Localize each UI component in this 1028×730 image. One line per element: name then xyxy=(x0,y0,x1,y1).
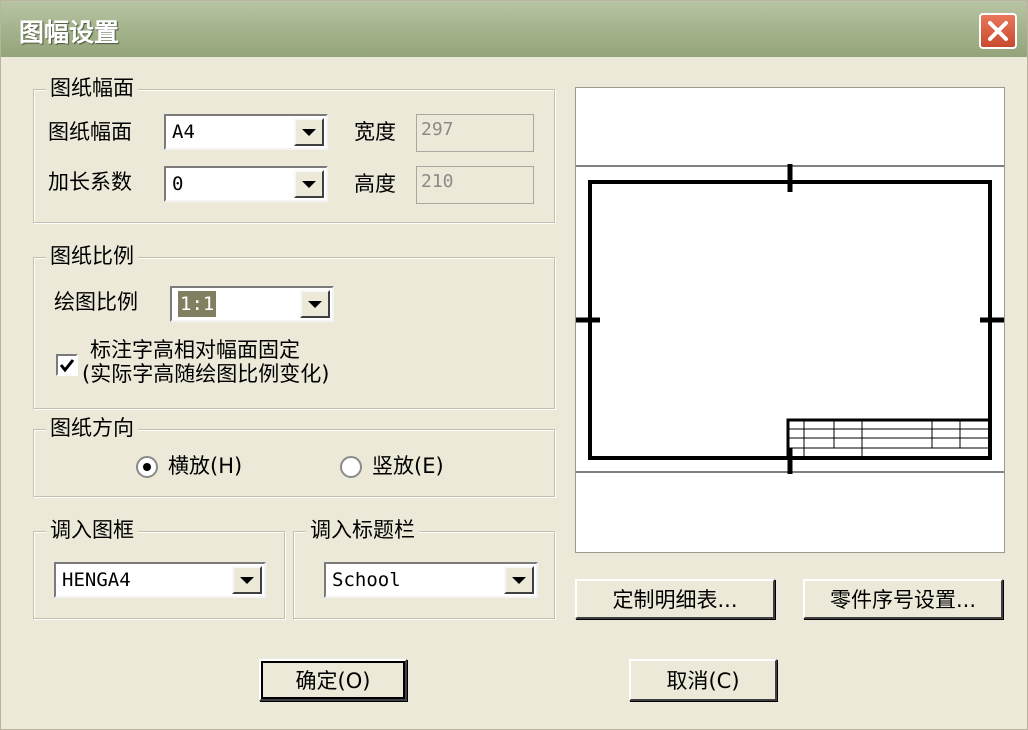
sheet-preview xyxy=(575,87,1005,553)
chevron-down-icon[interactable] xyxy=(294,170,324,198)
check-icon xyxy=(59,359,75,373)
chevron-down-icon[interactable] xyxy=(300,290,330,318)
chevron-down-icon[interactable] xyxy=(232,566,262,594)
width-field[interactable]: 297 xyxy=(416,114,534,152)
landscape-radio[interactable] xyxy=(136,456,158,478)
titleblock-value: School xyxy=(332,569,401,591)
height-label: 高度 xyxy=(354,172,396,196)
close-icon xyxy=(988,21,1008,41)
titleblock-select[interactable]: School xyxy=(324,562,538,598)
frame-legend: 调入图框 xyxy=(46,516,138,544)
paper-size-group: 图纸幅面 图纸幅面 A4 宽度 297 加长系数 0 高度 210 xyxy=(33,74,555,223)
close-button[interactable] xyxy=(979,13,1017,49)
height-field[interactable]: 210 xyxy=(416,166,534,204)
title-bar[interactable]: 图幅设置 xyxy=(1,1,1027,57)
checkbox-label-line1: 标注字高相对幅面固定 xyxy=(90,338,300,362)
checkbox-label-line2: (实际字高随绘图比例变化) xyxy=(82,362,330,386)
window-title: 图幅设置 xyxy=(19,18,120,47)
scale-value: 1:1 xyxy=(178,291,217,317)
landscape-label[interactable]: 横放(H) xyxy=(168,452,242,480)
fixed-text-height-checkbox[interactable] xyxy=(56,354,78,376)
portrait-label[interactable]: 竖放(E) xyxy=(372,452,444,480)
titleblock-group: 调入标题栏 School xyxy=(293,516,555,619)
extend-factor-value: 0 xyxy=(172,173,184,195)
paper-size-legend: 图纸幅面 xyxy=(46,74,138,102)
orientation-legend: 图纸方向 xyxy=(46,414,138,442)
frame-select[interactable]: HENGA4 xyxy=(54,562,266,598)
frame-group: 调入图框 HENGA4 xyxy=(33,516,285,619)
width-value: 297 xyxy=(421,119,454,140)
chevron-down-icon[interactable] xyxy=(504,566,534,594)
scale-legend: 图纸比例 xyxy=(46,242,138,270)
chevron-down-icon[interactable] xyxy=(294,118,324,146)
dialog-window: 图幅设置 图纸幅面 图纸幅面 A4 宽度 297 加长系数 0 高度 210 图… xyxy=(0,0,1028,730)
scale-group: 图纸比例 绘图比例 1:1 标注字高相对幅面固定 (实际字高随绘图比例变化) xyxy=(33,242,555,409)
scale-label: 绘图比例 xyxy=(54,290,138,314)
width-label: 宽度 xyxy=(354,120,396,144)
paper-size-label: 图纸幅面 xyxy=(48,120,132,144)
paper-size-value: A4 xyxy=(172,121,195,143)
height-value: 210 xyxy=(421,171,454,192)
frame-value: HENGA4 xyxy=(62,569,131,591)
part-number-settings-button[interactable]: 零件序号设置... xyxy=(803,579,1003,619)
dialog-body: 图纸幅面 图纸幅面 A4 宽度 297 加长系数 0 高度 210 图纸比例 绘… xyxy=(1,57,1027,729)
scale-select[interactable]: 1:1 xyxy=(170,286,334,322)
paper-size-select[interactable]: A4 xyxy=(164,114,328,150)
titleblock-legend: 调入标题栏 xyxy=(306,516,419,544)
ok-button[interactable]: 确定(O) xyxy=(259,659,407,701)
extend-factor-select[interactable]: 0 xyxy=(164,166,328,202)
orientation-group: 图纸方向 横放(H) 竖放(E) xyxy=(33,414,555,497)
cancel-button[interactable]: 取消(C) xyxy=(629,659,777,701)
custom-table-button[interactable]: 定制明细表... xyxy=(575,579,775,619)
sheet-preview-drawing xyxy=(576,164,1004,474)
extend-factor-label: 加长系数 xyxy=(48,170,132,194)
portrait-radio[interactable] xyxy=(340,456,362,478)
